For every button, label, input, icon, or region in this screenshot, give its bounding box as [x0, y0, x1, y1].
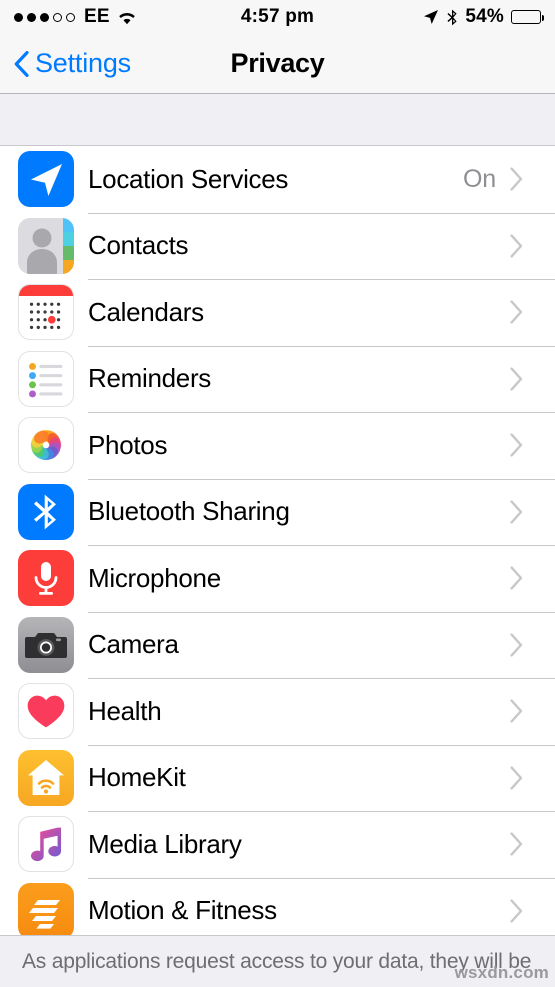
- privacy-row-calendars[interactable]: Calendars: [0, 279, 555, 346]
- homekit-icon: [18, 749, 74, 806]
- chevron-right-icon: [510, 566, 539, 590]
- chevron-right-icon: [510, 167, 539, 191]
- back-button[interactable]: Settings: [14, 48, 131, 79]
- privacy-row-contacts[interactable]: Contacts: [0, 212, 555, 279]
- privacy-row-label: Camera: [88, 629, 179, 660]
- privacy-row-label: Microphone: [88, 562, 221, 593]
- chevron-right-icon: [510, 433, 539, 457]
- location-arrow-icon: [423, 9, 439, 25]
- privacy-row-homekit[interactable]: HomeKit: [0, 744, 555, 811]
- privacy-row-label: Reminders: [88, 363, 212, 394]
- privacy-row-value: On: [463, 164, 496, 193]
- location-services-icon: [18, 151, 74, 208]
- chevron-right-icon: [510, 699, 539, 723]
- signal-dot: [66, 12, 75, 22]
- status-bar: EE 4:57 pm 54%: [0, 0, 555, 34]
- bluetooth-icon: [446, 9, 458, 26]
- privacy-row-health[interactable]: Health: [0, 678, 555, 745]
- privacy-row-media-library[interactable]: Media Library: [0, 811, 555, 878]
- privacy-row-label: Location Services: [88, 163, 289, 194]
- clock-label: 4:57 pm: [240, 6, 315, 27]
- privacy-row-label: Photos: [88, 429, 168, 460]
- privacy-row-camera[interactable]: Camera: [0, 611, 555, 678]
- chevron-right-icon: [510, 234, 539, 258]
- signal-dot: [53, 12, 62, 22]
- battery-icon: [511, 10, 545, 24]
- privacy-row-location-services[interactable]: Location Services On: [0, 146, 555, 213]
- signal-strength-dots: [14, 12, 75, 22]
- chevron-right-icon: [510, 633, 539, 657]
- privacy-row-label: Contacts: [88, 230, 189, 261]
- list-section-gap: [0, 94, 555, 146]
- signal-dot: [40, 12, 49, 22]
- contacts-icon: [18, 217, 74, 274]
- back-button-label: Settings: [35, 48, 131, 78]
- privacy-row-bluetooth-sharing[interactable]: Bluetooth Sharing: [0, 478, 555, 545]
- privacy-settings-list: Location Services On Contacts Calendars Remi…: [0, 146, 555, 944]
- watermark-label: wsxdn.com: [454, 963, 549, 982]
- media-library-icon: [18, 816, 74, 873]
- chevron-right-icon: [510, 766, 539, 790]
- contacts-tab-strip: [63, 217, 74, 274]
- chevron-left-icon: [14, 50, 29, 77]
- battery-percent-label: 54%: [465, 6, 504, 27]
- calendars-icon: [18, 284, 74, 341]
- signal-dot: [14, 12, 23, 22]
- camera-icon: [18, 616, 74, 673]
- wifi-icon: [117, 10, 137, 25]
- privacy-row-photos[interactable]: Photos: [0, 412, 555, 479]
- chevron-right-icon: [510, 832, 539, 856]
- photos-icon: [18, 417, 74, 474]
- privacy-row-label: Bluetooth Sharing: [88, 496, 290, 527]
- motion-fitness-icon: [18, 882, 74, 939]
- privacy-row-label: Motion & Fitness: [88, 895, 277, 926]
- signal-dot: [27, 12, 36, 22]
- privacy-row-label: Health: [88, 695, 162, 726]
- microphone-icon: [18, 550, 74, 607]
- chevron-right-icon: [510, 367, 539, 391]
- chevron-right-icon: [510, 899, 539, 923]
- chevron-right-icon: [510, 300, 539, 324]
- navigation-bar: Settings Privacy: [0, 34, 555, 94]
- status-bar-right: 54%: [423, 6, 545, 28]
- privacy-row-label: Media Library: [88, 828, 242, 859]
- privacy-row-label: HomeKit: [88, 762, 186, 793]
- privacy-row-reminders[interactable]: Reminders: [0, 345, 555, 412]
- privacy-row-label: Calendars: [88, 296, 204, 327]
- bluetooth-sharing-icon: [18, 483, 74, 540]
- carrier-label: EE: [84, 6, 110, 27]
- list-footer-note: As applications request access to your d…: [0, 935, 555, 987]
- privacy-row-microphone[interactable]: Microphone: [0, 545, 555, 612]
- reminders-icon: [18, 350, 74, 407]
- health-icon: [18, 683, 74, 740]
- status-bar-left: EE: [14, 6, 137, 28]
- chevron-right-icon: [510, 500, 539, 524]
